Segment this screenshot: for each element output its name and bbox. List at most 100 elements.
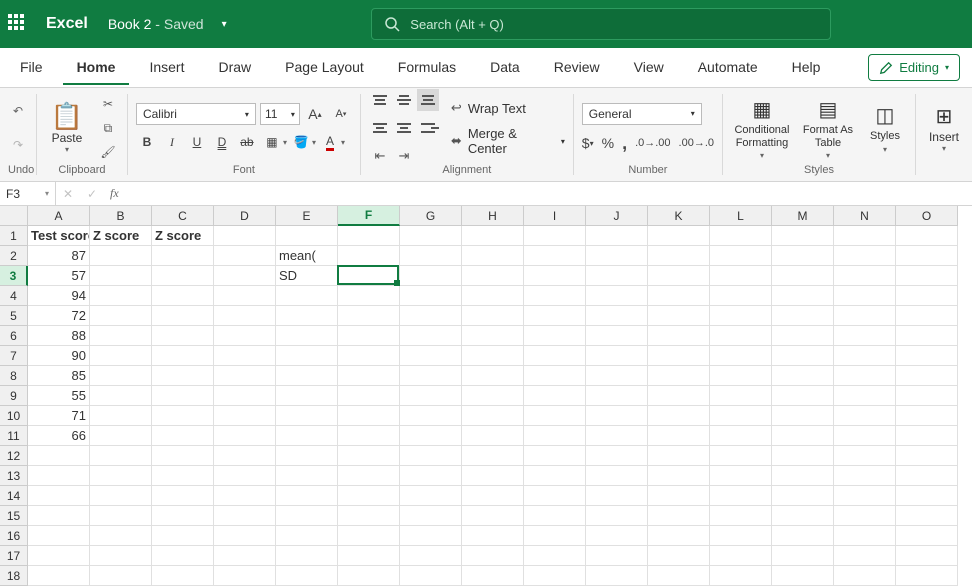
cell-F11[interactable]: [338, 426, 400, 446]
cell-I10[interactable]: [524, 406, 586, 426]
cell-B1[interactable]: Z score: [90, 226, 152, 246]
cell-A2[interactable]: 87: [28, 246, 90, 266]
name-box[interactable]: F3▾: [0, 182, 56, 205]
undo-button[interactable]: ↶: [4, 97, 32, 125]
column-header-I[interactable]: I: [524, 206, 586, 226]
cell-O12[interactable]: [896, 446, 958, 466]
font-size-select[interactable]: 11▾: [260, 103, 300, 125]
cell-D9[interactable]: [214, 386, 276, 406]
cell-J15[interactable]: [586, 506, 648, 526]
cell-O18[interactable]: [896, 566, 958, 586]
cell-C2[interactable]: [152, 246, 214, 266]
cell-F16[interactable]: [338, 526, 400, 546]
align-bottom-button[interactable]: [417, 89, 439, 111]
cell-L12[interactable]: [710, 446, 772, 466]
cell-A17[interactable]: [28, 546, 90, 566]
cell-N17[interactable]: [834, 546, 896, 566]
column-header-G[interactable]: G: [400, 206, 462, 226]
percent-format-button[interactable]: %: [602, 135, 614, 151]
cell-L1[interactable]: [710, 226, 772, 246]
row-header-13[interactable]: 13: [0, 466, 28, 486]
cell-D7[interactable]: [214, 346, 276, 366]
cell-J6[interactable]: [586, 326, 648, 346]
align-middle-button[interactable]: [393, 89, 415, 111]
decrease-decimal-button[interactable]: .00→.0: [679, 137, 714, 149]
cell-D10[interactable]: [214, 406, 276, 426]
font-color-button[interactable]: A: [319, 131, 341, 153]
cell-K10[interactable]: [648, 406, 710, 426]
cell-O8[interactable]: [896, 366, 958, 386]
cell-G10[interactable]: [400, 406, 462, 426]
cell-G2[interactable]: [400, 246, 462, 266]
cell-E14[interactable]: [276, 486, 338, 506]
underline-button[interactable]: U: [186, 131, 208, 153]
cell-O17[interactable]: [896, 546, 958, 566]
cell-L3[interactable]: [710, 266, 772, 286]
cell-A3[interactable]: 57: [28, 266, 90, 286]
cell-B14[interactable]: [90, 486, 152, 506]
cell-J8[interactable]: [586, 366, 648, 386]
increase-decimal-button[interactable]: .0→.00: [635, 137, 670, 149]
cell-C10[interactable]: [152, 406, 214, 426]
cell-M5[interactable]: [772, 306, 834, 326]
font-color-dropdown[interactable]: ▾: [341, 138, 345, 147]
cell-O1[interactable]: [896, 226, 958, 246]
cell-G13[interactable]: [400, 466, 462, 486]
cell-E5[interactable]: [276, 306, 338, 326]
fill-color-button[interactable]: 🪣: [290, 131, 312, 153]
cell-L4[interactable]: [710, 286, 772, 306]
cell-M4[interactable]: [772, 286, 834, 306]
cell-H3[interactable]: [462, 266, 524, 286]
cell-B2[interactable]: [90, 246, 152, 266]
column-header-J[interactable]: J: [586, 206, 648, 226]
cell-B17[interactable]: [90, 546, 152, 566]
editing-mode-button[interactable]: Editing ▾: [868, 54, 960, 81]
cell-D5[interactable]: [214, 306, 276, 326]
number-format-select[interactable]: General▾: [582, 103, 702, 125]
cell-I4[interactable]: [524, 286, 586, 306]
cancel-formula-button[interactable]: ✕: [56, 187, 80, 201]
cell-L7[interactable]: [710, 346, 772, 366]
cell-L8[interactable]: [710, 366, 772, 386]
cell-O2[interactable]: [896, 246, 958, 266]
cell-J3[interactable]: [586, 266, 648, 286]
cell-B6[interactable]: [90, 326, 152, 346]
align-left-button[interactable]: [369, 117, 391, 139]
cell-I16[interactable]: [524, 526, 586, 546]
row-header-10[interactable]: 10: [0, 406, 28, 426]
cell-J17[interactable]: [586, 546, 648, 566]
cell-A16[interactable]: [28, 526, 90, 546]
cell-J1[interactable]: [586, 226, 648, 246]
cell-C12[interactable]: [152, 446, 214, 466]
row-header-16[interactable]: 16: [0, 526, 28, 546]
column-header-C[interactable]: C: [152, 206, 214, 226]
cell-J18[interactable]: [586, 566, 648, 586]
cell-J2[interactable]: [586, 246, 648, 266]
cell-E10[interactable]: [276, 406, 338, 426]
cell-I7[interactable]: [524, 346, 586, 366]
cell-L9[interactable]: [710, 386, 772, 406]
cell-F8[interactable]: [338, 366, 400, 386]
cell-I17[interactable]: [524, 546, 586, 566]
tab-data[interactable]: Data: [476, 51, 534, 85]
cell-H16[interactable]: [462, 526, 524, 546]
enter-formula-button[interactable]: ✓: [80, 187, 104, 201]
cell-O14[interactable]: [896, 486, 958, 506]
cell-N1[interactable]: [834, 226, 896, 246]
cell-D12[interactable]: [214, 446, 276, 466]
cell-J11[interactable]: [586, 426, 648, 446]
cell-E6[interactable]: [276, 326, 338, 346]
cell-J4[interactable]: [586, 286, 648, 306]
cell-G1[interactable]: [400, 226, 462, 246]
cell-F4[interactable]: [338, 286, 400, 306]
cell-B10[interactable]: [90, 406, 152, 426]
search-input[interactable]: Search (Alt + Q): [371, 8, 831, 40]
cell-F1[interactable]: [338, 226, 400, 246]
cell-D1[interactable]: [214, 226, 276, 246]
cell-F7[interactable]: [338, 346, 400, 366]
cell-M16[interactable]: [772, 526, 834, 546]
cell-D15[interactable]: [214, 506, 276, 526]
cell-N16[interactable]: [834, 526, 896, 546]
row-header-3[interactable]: 3: [0, 266, 28, 286]
cell-I3[interactable]: [524, 266, 586, 286]
